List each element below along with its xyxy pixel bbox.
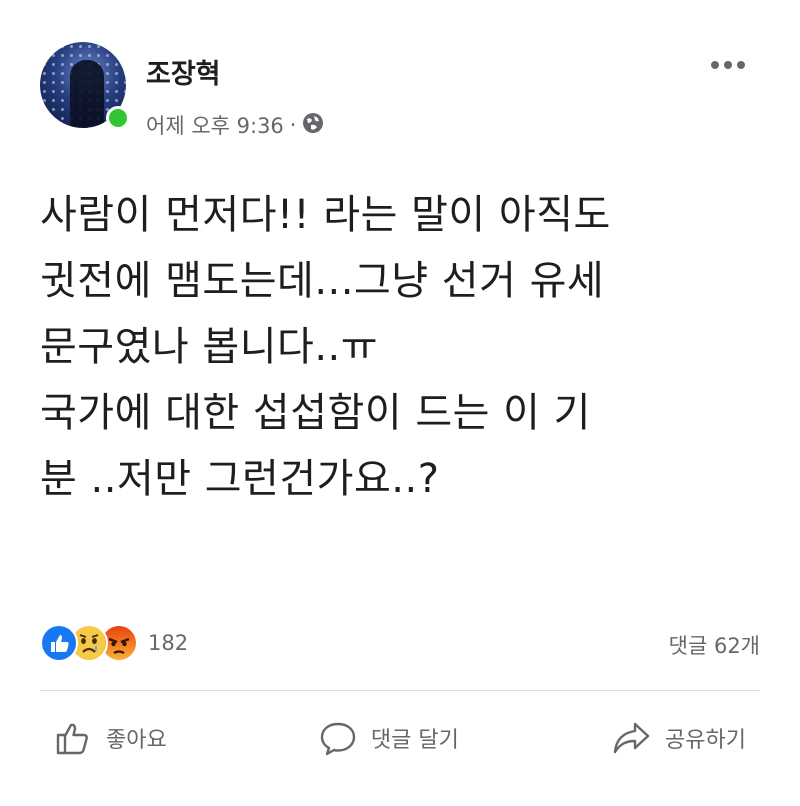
comment-icon <box>320 722 356 756</box>
more-options-icon[interactable] <box>710 60 746 70</box>
post-header: 조장혁 어제 오후 9:36 · <box>40 42 760 142</box>
divider <box>40 690 760 691</box>
author-name[interactable]: 조장혁 <box>146 52 221 91</box>
post-text-line: 문구였나 봅니다..ㅠ <box>40 324 379 370</box>
post-text: 사람이 먼저다!! 라는 말이 아직도 귓전에 맴도는데...그냥 선거 유세 … <box>40 182 760 512</box>
avatar-figure <box>70 60 104 128</box>
meta-separator: · <box>289 113 297 137</box>
thumbs-up-icon <box>56 723 88 755</box>
globe-icon <box>302 112 324 139</box>
comment-label: 댓글 달기 <box>370 728 459 753</box>
share-label: 공유하기 <box>665 728 746 753</box>
share-icon <box>613 722 650 754</box>
post-text-line: 귓전에 맴도는데...그냥 선거 유세 <box>40 258 605 304</box>
post-text-line: 사람이 먼저다!! 라는 말이 아직도 <box>40 192 611 238</box>
post-timestamp[interactable]: 어제 오후 9:36 <box>146 110 284 140</box>
post-text-line: 분 ..저만 그런건가요..? <box>40 456 440 502</box>
online-status-dot <box>106 106 130 130</box>
post-text-line: 국가에 대한 섭섭함이 드는 이 기 <box>40 390 591 436</box>
share-button[interactable]: 공유하기 <box>597 708 760 768</box>
action-bar: 좋아요 댓글 달기 공유하기 <box>40 708 760 768</box>
like-button[interactable]: 좋아요 <box>40 708 181 768</box>
comment-button[interactable]: 댓글 달기 <box>305 708 473 768</box>
reaction-bar: 182 댓글 62개 <box>40 624 760 664</box>
like-reaction-icon <box>40 624 78 662</box>
comment-count[interactable]: 댓글 62개 <box>669 630 760 660</box>
reaction-summary[interactable]: 182 <box>40 624 188 662</box>
like-label: 좋아요 <box>106 728 167 753</box>
reaction-count: 182 <box>148 631 189 655</box>
post-meta: 어제 오후 9:36 · <box>146 110 324 140</box>
